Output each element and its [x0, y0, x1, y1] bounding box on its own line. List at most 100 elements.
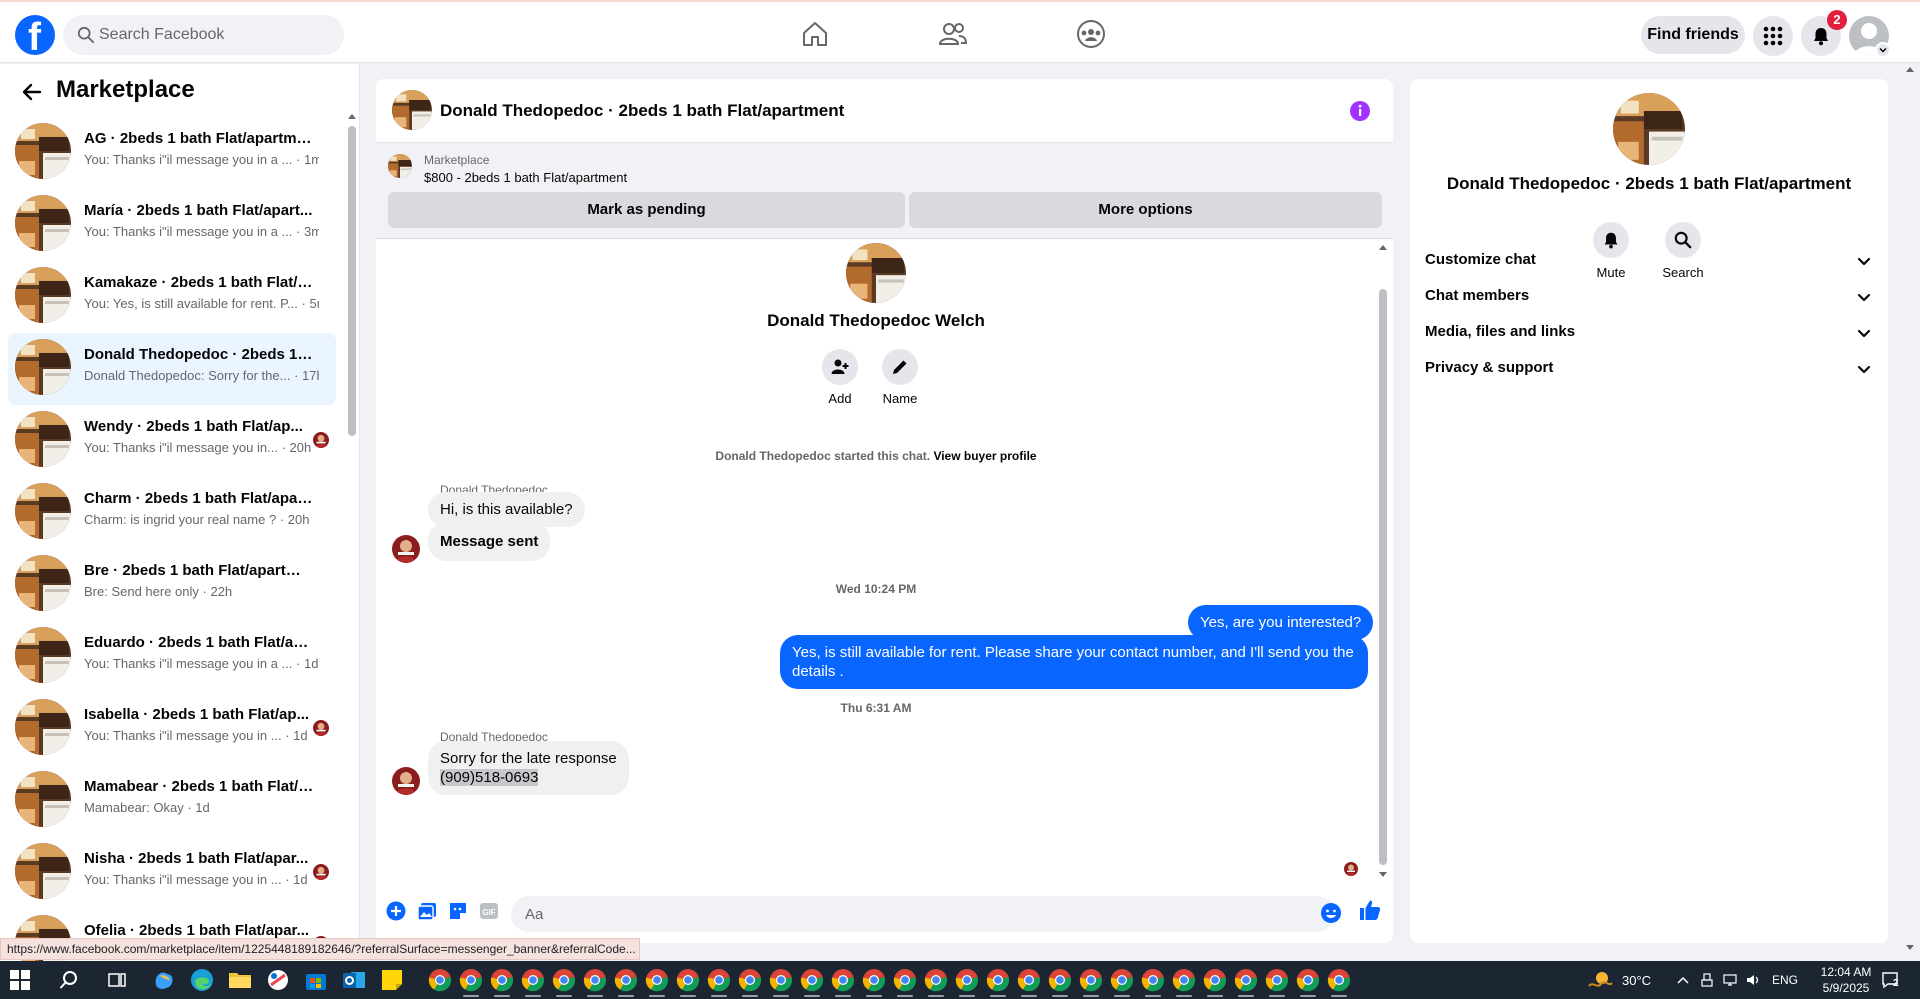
chrome-window-icon[interactable] [1141, 968, 1165, 997]
search-box[interactable] [63, 15, 344, 55]
search-icon[interactable] [59, 970, 79, 990]
sender-avatar[interactable] [392, 767, 420, 795]
details-section-privacy-support[interactable]: Privacy & support [1410, 347, 1888, 391]
listing-thumbnail[interactable] [392, 90, 432, 130]
chrome-window-icon[interactable] [614, 968, 638, 997]
conversation-item[interactable]: Bre · 2beds 1 bath Flat/apartment Bre: Se… [8, 549, 336, 621]
info-icon[interactable] [1349, 100, 1371, 122]
chat-title[interactable]: Donald Thedopedoc · 2beds 1 bath Flat/ap… [440, 101, 844, 121]
chrome-window-icon[interactable] [924, 968, 948, 997]
mark-as-pending-button[interactable]: Mark as pending [388, 192, 905, 228]
name-button[interactable]: Name [870, 349, 930, 406]
facebook-logo[interactable]: f [15, 15, 55, 59]
conversation-item[interactable]: Charm · 2beds 1 bath Flat/apart... Charm:… [8, 477, 336, 549]
volume-icon[interactable] [1746, 973, 1760, 987]
chrome-window-icon[interactable] [1048, 968, 1072, 997]
groups-icon[interactable] [1075, 18, 1107, 50]
scroll-up-arrow[interactable] [1906, 67, 1914, 72]
chrome-window-icon[interactable] [1079, 968, 1103, 997]
copilot-icon[interactable] [151, 967, 177, 993]
microsoft-store-icon[interactable] [303, 967, 329, 993]
message-input-box[interactable] [511, 896, 1335, 932]
chrome-window-icon[interactable] [1265, 968, 1289, 997]
conversation-item[interactable]: Nisha · 2beds 1 bath Flat/apar... You: Th… [8, 837, 336, 909]
scrollbar-thumb[interactable] [348, 126, 356, 436]
chrome-window-icon[interactable] [769, 968, 793, 997]
chrome-window-icon[interactable] [521, 968, 545, 997]
plus-circle-icon[interactable] [385, 900, 407, 922]
chrome-window-icon[interactable] [1017, 968, 1041, 997]
chrome-window-icon[interactable] [490, 968, 514, 997]
message-input[interactable] [525, 896, 1285, 932]
clock-date[interactable]: 5/9/2025 [1813, 981, 1879, 995]
find-friends-button[interactable]: Find friends [1641, 16, 1745, 54]
usb-icon[interactable] [1700, 973, 1714, 987]
scrollbar-thumb[interactable] [1379, 289, 1387, 865]
home-icon[interactable] [799, 18, 831, 50]
chrome-window-icon[interactable] [1110, 968, 1134, 997]
more-options-button[interactable]: More options [909, 192, 1382, 228]
conversation-item[interactable]: Mamabear · 2beds 1 bath Flat/a... Mamabea… [8, 765, 336, 837]
task-view-icon[interactable] [108, 971, 126, 989]
chrome-window-icon[interactable] [1234, 968, 1258, 997]
conversation-item[interactable]: Isabella · 2beds 1 bath Flat/ap... You: T… [8, 693, 336, 765]
chrome-window-icon[interactable] [1327, 968, 1351, 997]
network-icon[interactable] [1723, 973, 1737, 987]
sticker-icon[interactable] [447, 900, 469, 922]
scroll-up-arrow[interactable] [348, 114, 356, 119]
chrome-window-icon[interactable] [986, 968, 1010, 997]
chrome-window-icon[interactable] [1296, 968, 1320, 997]
phone-number[interactable]: (909)518-0693 [440, 769, 539, 786]
language-indicator[interactable]: ENG [1772, 973, 1798, 987]
sender-avatar[interactable] [392, 535, 420, 563]
chrome-window-icon[interactable] [862, 968, 886, 997]
conversation-item[interactable]: Eduardo · 2beds 1 bath Flat/apar... You: … [8, 621, 336, 693]
weather-temperature[interactable]: 30°C [1622, 973, 1651, 988]
conversation-item[interactable]: María · 2beds 1 bath Flat/apart... You: T… [8, 189, 336, 261]
chrome-window-icon[interactable] [893, 968, 917, 997]
outgoing-message[interactable]: Yes, is still available for rent. Please… [780, 635, 1368, 689]
chrome-window-icon[interactable] [459, 968, 483, 997]
weather-icon[interactable] [1587, 969, 1613, 991]
chrome-window-icon[interactable] [552, 968, 576, 997]
add-button[interactable]: Add [810, 349, 870, 406]
view-buyer-profile-link[interactable]: View buyer profile [933, 449, 1036, 463]
photo-icon[interactable] [416, 900, 438, 922]
chrome-window-icon[interactable] [831, 968, 855, 997]
chrome-window-icon[interactable] [1203, 968, 1227, 997]
clock-time[interactable]: 12:04 AM [1813, 965, 1879, 979]
sticky-notes-icon[interactable] [379, 967, 405, 993]
conversation-item[interactable]: Kamakaze · 2beds 1 bath Flat/ap... You: Y… [8, 261, 336, 333]
scroll-down-arrow[interactable] [1906, 945, 1914, 950]
conversation-item[interactable]: Wendy · 2beds 1 bath Flat/ap... You: Than… [8, 405, 336, 477]
menu-button[interactable] [1753, 16, 1793, 56]
chrome-window-icon[interactable] [707, 968, 731, 997]
windows-start-icon[interactable] [10, 970, 30, 990]
chrome-window-icon[interactable] [428, 968, 452, 992]
edge-browser-icon[interactable] [189, 967, 215, 993]
gif-icon[interactable]: GIF [478, 900, 500, 922]
chevron-down-icon[interactable] [1875, 42, 1891, 58]
snipping-tool-icon[interactable] [265, 967, 291, 993]
incoming-message[interactable]: Sorry for the late response (909)518-069… [428, 741, 629, 795]
chrome-window-icon[interactable] [800, 968, 824, 997]
conversation-item[interactable]: AG · 2beds 1 bath Flat/apartment You: Tha… [8, 117, 336, 189]
chrome-window-icon[interactable] [645, 968, 669, 997]
scroll-down-arrow[interactable] [1379, 872, 1387, 877]
chrome-window-icon[interactable] [676, 968, 700, 997]
chrome-window-icon[interactable] [583, 968, 607, 997]
back-arrow-icon[interactable] [20, 80, 44, 104]
file-explorer-icon[interactable] [227, 967, 253, 993]
incoming-message[interactable]: Message sent [428, 522, 551, 561]
chrome-window-icon[interactable] [955, 968, 979, 997]
chevron-up-icon[interactable] [1676, 973, 1690, 987]
chrome-window-icon[interactable] [1172, 968, 1196, 997]
thumbs-up-icon[interactable] [1358, 898, 1382, 922]
friends-icon[interactable] [937, 18, 969, 50]
scroll-up-arrow[interactable] [1379, 245, 1387, 250]
listing-avatar[interactable] [1613, 93, 1685, 165]
outlook-icon[interactable] [341, 967, 367, 993]
conversation-item[interactable]: Donald Thedopedoc · 2beds 1 b... Donald T… [8, 333, 336, 405]
chrome-window-icon[interactable] [738, 968, 762, 997]
emoji-icon[interactable] [1320, 902, 1342, 924]
